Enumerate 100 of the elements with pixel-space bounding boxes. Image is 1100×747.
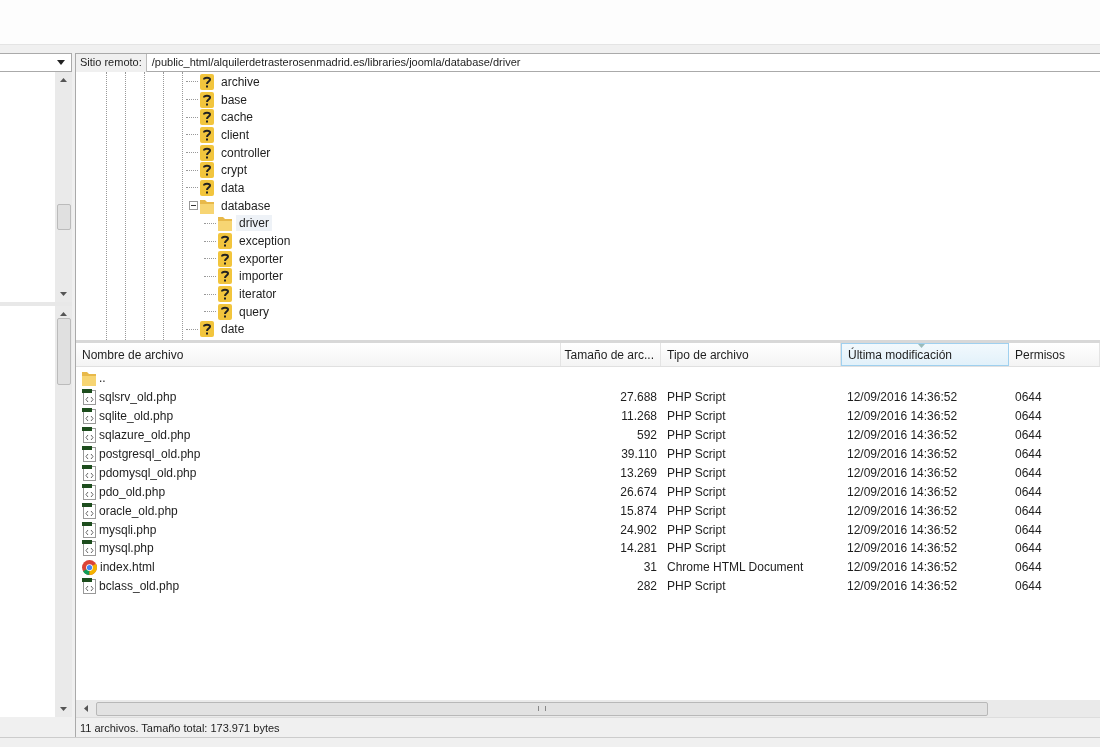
tree-item[interactable]: controller — [218, 144, 274, 161]
table-cell: 0644 — [1015, 503, 1042, 518]
table-cell: 24.902 — [620, 522, 657, 537]
table-cell: 12/09/2016 14:36:52 — [847, 390, 958, 405]
caret-icon — [57, 60, 65, 65]
table-cell: PHP Script — [667, 541, 726, 556]
table-cell: 13.269 — [620, 465, 657, 480]
scrollbar-thumb[interactable] — [96, 701, 988, 716]
table-cell: PHP Script — [667, 428, 726, 443]
table-cell: 0644 — [1015, 447, 1042, 461]
table-cell: PHP Script — [667, 447, 726, 461]
tree-item[interactable]: importer — [236, 268, 286, 285]
scroll-left-icon[interactable] — [84, 705, 88, 712]
question-folder-icon — [218, 286, 232, 303]
table-cell: 0644 — [1015, 522, 1042, 537]
table-cell: 11.268 — [621, 409, 657, 424]
scroll-up-icon[interactable] — [60, 312, 67, 316]
remote-path-field[interactable]: /public_html/alquilerdetrasterosenmadrid.es/libraries/joomla/database/driver — [146, 54, 1100, 72]
table-cell: 14.281 — [620, 541, 657, 556]
table-cell: 27.688 — [620, 390, 657, 405]
table-cell: PHP Script — [667, 465, 726, 480]
table-cell: 12/09/2016 14:36:52 — [847, 579, 958, 594]
tree-item[interactable]: exporter — [236, 250, 287, 267]
scroll-down-icon[interactable] — [60, 292, 67, 296]
table-cell: 12/09/2016 14:36:52 — [847, 428, 958, 443]
file-name[interactable]: sqlite_old.php — [99, 409, 174, 424]
folder-icon — [200, 197, 214, 214]
table-cell: 12/09/2016 14:36:52 — [847, 503, 958, 518]
folder-icon — [82, 370, 96, 387]
tree-item[interactable]: date — [218, 321, 248, 338]
scrollbar-thumb[interactable] — [56, 204, 71, 230]
scroll-down-icon[interactable] — [60, 707, 67, 711]
tree-item[interactable]: cache — [218, 109, 257, 126]
question-folder-icon — [200, 144, 214, 161]
question-folder-icon — [200, 91, 214, 108]
column-header[interactable]: Permisos — [1009, 343, 1100, 366]
table-cell: PHP Script — [667, 503, 726, 518]
tree-item[interactable]: database — [218, 197, 274, 214]
table-cell: 592 — [636, 428, 657, 443]
question-folder-icon — [218, 303, 232, 320]
table-cell: 12/09/2016 14:36:52 — [847, 541, 958, 556]
file-name[interactable]: index.html — [100, 560, 155, 575]
table-cell: PHP Script — [667, 409, 726, 424]
file-name[interactable]: sqlsrv_old.php — [99, 390, 177, 405]
table-cell: 0644 — [1015, 484, 1042, 499]
scrollbar-thumb[interactable] — [56, 318, 71, 385]
tree-item[interactable]: archive — [218, 73, 263, 90]
table-cell: 282 — [636, 579, 657, 594]
table-cell: 12/09/2016 14:36:52 — [847, 465, 958, 480]
question-folder-icon — [200, 126, 214, 143]
table-cell: 31 — [643, 560, 657, 575]
table-cell: 0644 — [1015, 409, 1042, 424]
script-file-icon — [82, 578, 96, 595]
question-folder-icon — [218, 233, 232, 250]
script-file-icon — [82, 389, 96, 406]
file-name[interactable]: .. — [99, 371, 106, 386]
file-name[interactable]: pdo_old.php — [99, 484, 166, 499]
table-cell: 0644 — [1015, 541, 1042, 556]
vertical-scrollbar[interactable] — [55, 72, 72, 302]
question-folder-icon — [218, 268, 232, 285]
column-header[interactable]: Última modificación — [841, 343, 1009, 366]
table-cell: 12/09/2016 14:36:52 — [847, 484, 958, 499]
local-path-dropdown[interactable] — [0, 53, 72, 72]
vertical-scrollbar[interactable] — [55, 306, 72, 717]
tree-item[interactable]: exception — [236, 233, 294, 250]
table-cell: PHP Script — [667, 390, 726, 405]
table-cell: 15.874 — [620, 503, 657, 518]
table-cell: PHP Script — [667, 522, 726, 537]
scroll-up-icon[interactable] — [60, 78, 67, 82]
tree-item[interactable]: iterator — [236, 286, 280, 303]
table-cell: 0644 — [1015, 465, 1042, 480]
table-cell: PHP Script — [667, 484, 726, 499]
tree-item[interactable]: base — [218, 91, 251, 108]
script-file-icon — [82, 483, 96, 500]
table-cell: 12/09/2016 14:36:52 — [847, 447, 958, 461]
folder-icon — [218, 215, 232, 232]
script-file-icon — [82, 521, 96, 538]
table-cell: 12/09/2016 14:36:52 — [847, 560, 958, 575]
collapse-icon[interactable] — [189, 201, 198, 211]
file-name[interactable]: bclass_old.php — [99, 579, 180, 594]
tree-item[interactable]: query — [236, 303, 273, 320]
script-file-icon — [82, 540, 96, 557]
column-header[interactable]: Tamaño de arc... — [561, 343, 661, 366]
tree-item[interactable]: crypt — [218, 162, 250, 179]
tree-item[interactable]: data — [218, 179, 248, 196]
script-file-icon — [82, 446, 96, 462]
file-name[interactable]: mysqli.php — [99, 522, 157, 537]
table-cell: 12/09/2016 14:36:52 — [847, 522, 958, 537]
file-name[interactable]: oracle_old.php — [99, 503, 178, 518]
file-name[interactable]: pdomysql_old.php — [99, 465, 197, 480]
column-header[interactable]: Nombre de archivo — [76, 343, 561, 366]
file-name[interactable]: mysql.php — [99, 541, 154, 556]
tree-item[interactable]: client — [218, 126, 252, 143]
table-cell: PHP Script — [667, 579, 726, 594]
question-folder-icon — [200, 73, 214, 90]
horizontal-scrollbar[interactable] — [76, 700, 1100, 717]
file-name[interactable]: postgresql_old.php — [99, 447, 201, 461]
tree-item[interactable]: driver — [236, 215, 272, 232]
table-cell: 0644 — [1015, 390, 1042, 405]
file-name[interactable]: sqlazure_old.php — [99, 428, 191, 443]
